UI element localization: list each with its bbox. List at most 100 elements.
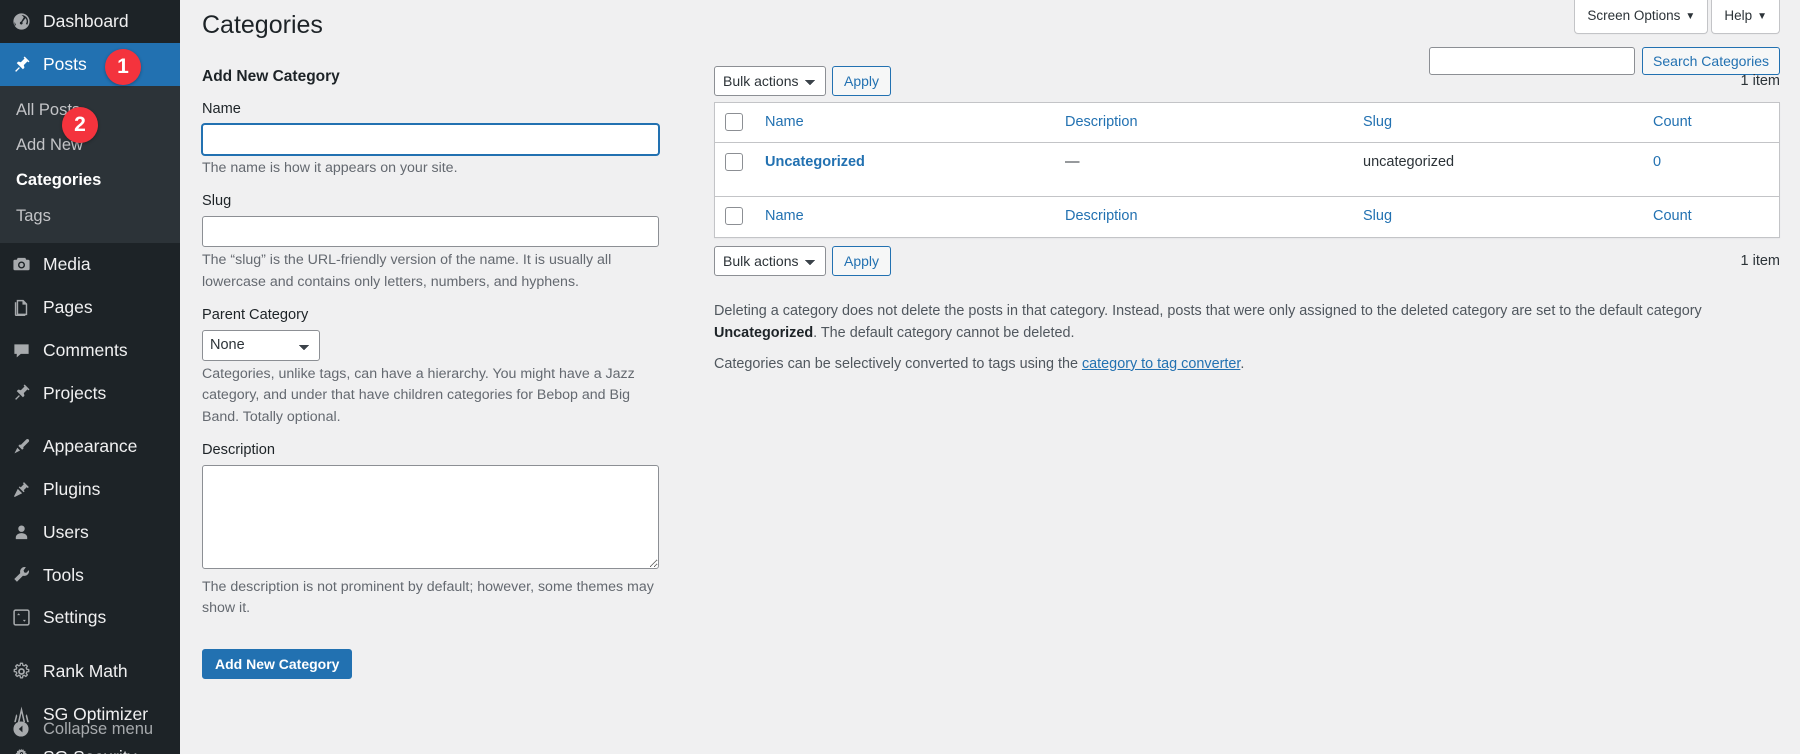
category-to-tag-converter-link[interactable]: category to tag converter <box>1082 356 1240 372</box>
sidebar-item-comments[interactable]: Comments <box>0 329 180 372</box>
collapse-menu-button[interactable]: Collapse menu <box>0 707 180 754</box>
column-header-slug[interactable]: Slug <box>1353 103 1643 144</box>
column-header-slug-label[interactable]: Slug <box>1363 114 1392 130</box>
annotation-step-2: 2 <box>62 107 98 143</box>
description-textarea[interactable] <box>202 465 659 569</box>
row-description-cell: — <box>1055 143 1353 196</box>
column-footer-count-label[interactable]: Count <box>1653 208 1692 224</box>
tablenav-bottom: Bulk actions Delete Apply 1 item <box>714 246 1780 276</box>
screen-options-button[interactable]: Screen Options▼ <box>1574 0 1708 34</box>
displaying-num-bottom: 1 item <box>1741 253 1781 269</box>
column-footer-description[interactable]: Description <box>1055 196 1353 237</box>
select-all-checkbox-bottom[interactable] <box>725 207 743 225</box>
column-header-count[interactable]: Count <box>1643 103 1779 144</box>
field-parent-category: Parent Category None Uncategorized Categ… <box>202 306 680 428</box>
sidebar-item-tags[interactable]: Tags <box>0 199 180 234</box>
column-footer-name-label[interactable]: Name <box>765 208 804 224</box>
sidebar-item-appearance[interactable]: Appearance <box>0 425 180 468</box>
bulk-actions-select-top[interactable]: Bulk actions Delete <box>714 66 826 96</box>
sidebar-item-dashboard[interactable]: Dashboard <box>0 0 180 43</box>
collapse-menu-label: Collapse menu <box>43 720 153 739</box>
column-header-description[interactable]: Description <box>1055 103 1353 144</box>
table-body: Uncategorized — uncategorized 0 <box>715 143 1779 196</box>
sidebar-item-projects[interactable]: Projects <box>0 372 180 415</box>
chevron-down-icon: ▼ <box>1757 11 1767 22</box>
apply-button-bottom[interactable]: Apply <box>832 246 891 276</box>
column-header-description-label[interactable]: Description <box>1065 114 1138 130</box>
parent-category-label: Parent Category <box>202 306 680 330</box>
table-header-row: Name Description Slug Count <box>715 103 1779 144</box>
name-description: The name is how it appears on your site. <box>202 158 662 179</box>
sidebar-item-posts[interactable]: Posts <box>0 43 180 86</box>
parent-category-select[interactable]: None Uncategorized <box>202 330 320 361</box>
field-name: Name The name is how it appears on your … <box>202 100 680 179</box>
note-line1-a: Deleting a category does not delete the … <box>714 303 1702 319</box>
sidebar-separator <box>0 639 180 650</box>
column-footer-description-label[interactable]: Description <box>1065 208 1138 224</box>
columns-container: Add New Category Name The name is how it… <box>202 66 1780 680</box>
help-label: Help <box>1724 8 1752 23</box>
bulk-actions-select-bottom[interactable]: Bulk actions Delete <box>714 246 826 276</box>
wp-admin-screen: Dashboard Posts All Posts Add New Catego… <box>0 0 1800 754</box>
annotation-step-1: 1 <box>105 49 141 85</box>
page-title: Categories <box>202 0 1780 46</box>
sliders-icon <box>10 607 32 629</box>
column-footer-slug-label[interactable]: Slug <box>1363 208 1392 224</box>
bulk-actions-top: Bulk actions Delete Apply <box>714 66 891 96</box>
sidebar-item-plugins[interactable]: Plugins <box>0 468 180 511</box>
sidebar-item-rank-math[interactable]: Rank Math <box>0 650 180 693</box>
pages-icon <box>10 296 32 318</box>
slug-label: Slug <box>202 192 680 216</box>
sidebar-item-users[interactable]: Users <box>0 511 180 554</box>
row-checkbox[interactable] <box>725 153 743 171</box>
sidebar-separator <box>0 414 180 425</box>
table-foot: Name Description Slug Count <box>715 196 1779 237</box>
form-heading: Add New Category <box>202 66 680 88</box>
brush-icon <box>10 436 32 458</box>
select-all-checkbox-top[interactable] <box>725 113 743 131</box>
table-row: Uncategorized — uncategorized 0 <box>715 143 1779 196</box>
table-footer-row: Name Description Slug Count <box>715 196 1779 237</box>
sidebar-item-categories[interactable]: Categories <box>0 163 180 198</box>
sidebar-item-label: Media <box>43 253 91 276</box>
column-header-count-label[interactable]: Count <box>1653 114 1692 130</box>
add-new-category-submit[interactable]: Add New Category <box>202 649 352 679</box>
apply-button-top[interactable]: Apply <box>832 66 891 96</box>
name-label: Name <box>202 100 680 124</box>
row-select-cell <box>715 143 755 196</box>
column-footer-slug[interactable]: Slug <box>1353 196 1643 237</box>
row-count-cell: 0 <box>1643 143 1779 196</box>
bulk-actions-bottom: Bulk actions Delete Apply <box>714 246 891 276</box>
delete-category-note: Deleting a category does not delete the … <box>714 300 1714 345</box>
add-category-form: Add New Category Name The name is how it… <box>202 66 680 680</box>
gear-icon <box>10 660 32 682</box>
dashboard-icon <box>10 10 32 32</box>
wrench-icon <box>10 564 32 586</box>
slug-input[interactable] <box>202 216 659 247</box>
name-input[interactable] <box>202 124 659 155</box>
admin-sidebar: Dashboard Posts All Posts Add New Catego… <box>0 0 180 754</box>
column-footer-count[interactable]: Count <box>1643 196 1779 237</box>
column-header-name[interactable]: Name <box>755 103 1055 144</box>
row-name-cell: Uncategorized <box>755 143 1055 196</box>
description-help: The description is not prominent by defa… <box>202 577 662 620</box>
slug-description: The “slug” is the URL-friendly version o… <box>202 250 662 293</box>
sidebar-item-settings[interactable]: Settings <box>0 596 180 639</box>
sidebar-item-media[interactable]: Media <box>0 243 180 286</box>
sidebar-item-label: Comments <box>43 339 128 362</box>
column-header-name-label[interactable]: Name <box>765 114 804 130</box>
sidebar-item-tools[interactable]: Tools <box>0 554 180 597</box>
category-count-link[interactable]: 0 <box>1653 154 1661 170</box>
main-content: Screen Options▼ Help▼ Categories Search … <box>180 0 1800 754</box>
field-slug: Slug The “slug” is the URL-friendly vers… <box>202 192 680 293</box>
tablenav-top: Bulk actions Delete Apply 1 item <box>714 66 1780 96</box>
sidebar-item-label: Posts <box>43 53 87 76</box>
screen-options-label: Screen Options <box>1587 8 1680 23</box>
help-button[interactable]: Help ▼ <box>1711 0 1780 34</box>
sidebar-item-label: Users <box>43 521 89 544</box>
sidebar-item-pages[interactable]: Pages <box>0 286 180 329</box>
category-name-link[interactable]: Uncategorized <box>765 154 865 170</box>
description-label: Description <box>202 441 680 465</box>
column-footer-name[interactable]: Name <box>755 196 1055 237</box>
sidebar-item-label: Rank Math <box>43 660 128 683</box>
